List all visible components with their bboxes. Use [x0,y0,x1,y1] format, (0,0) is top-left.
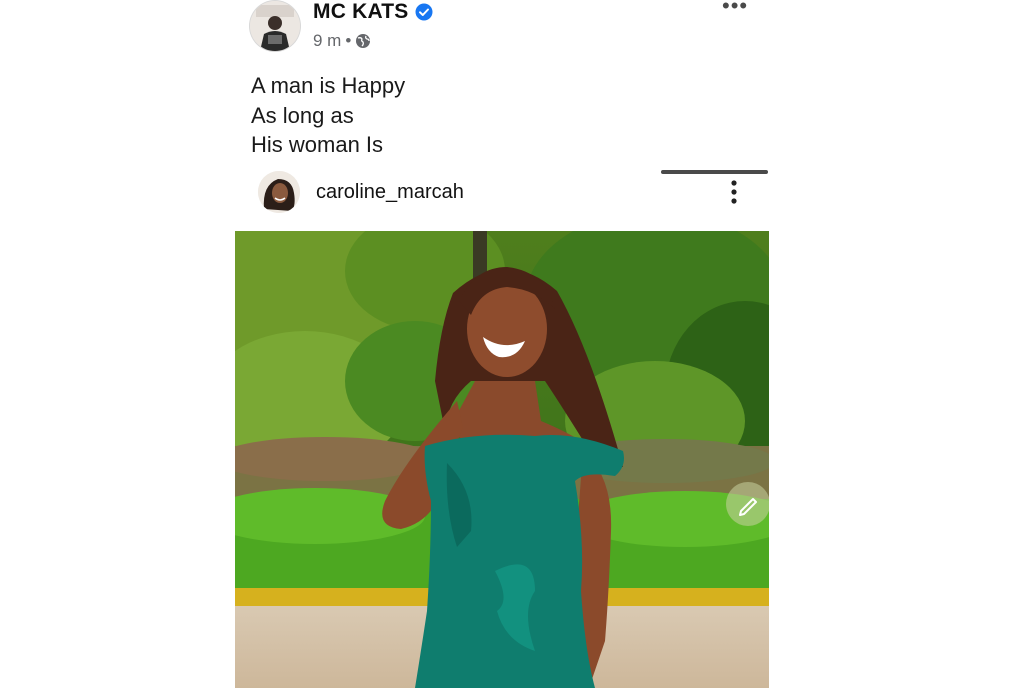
author-name[interactable]: MC KATS [313,0,409,24]
caption-line: As long as [251,102,354,128]
shared-photo[interactable] [235,231,769,688]
globe-icon [356,34,371,48]
more-horizontal-icon[interactable]: ••• [722,0,748,17]
caption-line: A man is Happy [251,73,406,98]
divider-bar [661,170,768,174]
verified-badge-icon [415,3,433,21]
post-time[interactable]: 9 m [313,31,341,51]
caption-line: His woman Is [251,132,384,157]
shared-user-avatar[interactable] [258,171,300,213]
post-meta: 9 m • [313,31,371,51]
author-avatar[interactable] [250,1,300,51]
pencil-icon[interactable] [726,482,769,526]
meta-separator: • [345,31,352,50]
shared-username[interactable]: caroline_marcah [316,181,464,204]
more-vertical-icon[interactable] [722,178,746,208]
post-caption: A man is Happy As long as His woman Is [251,71,405,160]
